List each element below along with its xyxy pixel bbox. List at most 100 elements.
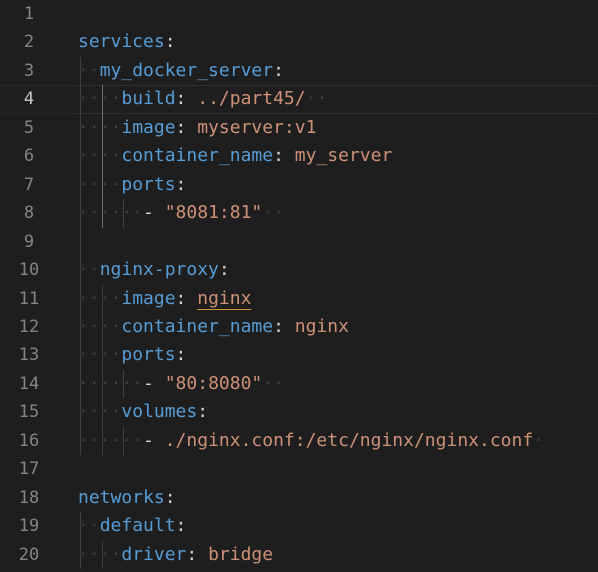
code-text[interactable]: ··my_docker_server: — [78, 57, 284, 85]
code-text[interactable]: ······- ./nginx.conf:/etc/nginx/nginx.co… — [78, 427, 544, 455]
whitespace-marker: ···· — [78, 401, 122, 423]
yaml-punctuation: : — [175, 515, 187, 537]
whitespace-marker: ·· — [78, 59, 100, 81]
whitespace-marker: ······ — [78, 202, 144, 224]
yaml-key: services — [78, 31, 165, 53]
yaml-punctuation: - — [143, 429, 165, 451]
yaml-punctuation: - — [143, 202, 165, 224]
yaml-key: build — [121, 88, 176, 110]
whitespace-marker: ···· — [78, 543, 122, 565]
code-text[interactable]: ····build: ../part45/·· — [78, 85, 596, 114]
line-number: 12 — [18, 316, 40, 337]
line-number: 20 — [18, 544, 40, 565]
line-number: 5 — [23, 117, 35, 138]
line-number: 15 — [18, 402, 40, 423]
yaml-key: image — [121, 287, 176, 309]
code-text[interactable]: ····ports: — [78, 171, 186, 199]
line-number: 14 — [18, 373, 40, 394]
yaml-punctuation: : — [175, 287, 198, 309]
code-line[interactable]: 12 ····container_name: nginx — [0, 313, 598, 341]
code-text[interactable]: ····image: nginx — [78, 285, 251, 313]
code-line[interactable]: 1 — [0, 0, 598, 28]
code-text[interactable]: networks: — [78, 484, 176, 512]
yaml-value: ./nginx.conf:/etc/nginx/nginx.conf — [164, 429, 534, 451]
indent-guide — [80, 512, 81, 569]
indent-guide — [101, 284, 103, 456]
code-line[interactable]: 19 ··default: — [0, 512, 598, 540]
code-text[interactable]: ······- "8081:81"·· — [78, 199, 284, 227]
code-line[interactable]: 6 ····container_name: my_server — [0, 142, 598, 170]
yaml-value: "8081:81" — [164, 202, 263, 224]
whitespace-marker: ···· — [78, 173, 122, 195]
yaml-value: "80:8080" — [164, 372, 263, 394]
line-number: 8 — [23, 203, 35, 224]
indent-guide — [80, 56, 81, 456]
whitespace-marker: ···· — [78, 116, 122, 138]
indent-guide — [123, 426, 125, 456]
line-number: 19 — [18, 516, 40, 537]
yaml-punctuation: : — [175, 173, 187, 195]
code-text[interactable]: services: — [78, 28, 176, 56]
yaml-key: ports — [121, 173, 176, 195]
code-line[interactable]: 10 ··nginx-proxy: — [0, 256, 598, 284]
line-number: 4 — [23, 89, 35, 110]
whitespace-marker: ···· — [78, 88, 122, 110]
code-line[interactable]: 16 ······- ./nginx.conf:/etc/nginx/nginx.… — [0, 427, 598, 455]
line-number: 3 — [23, 60, 35, 81]
yaml-key: ports — [121, 344, 176, 366]
line-number: 11 — [18, 288, 40, 309]
whitespace-marker: ···· — [78, 344, 122, 366]
code-text[interactable]: ··nginx-proxy: — [78, 256, 230, 284]
code-line[interactable]: 3 ··my_docker_server: — [0, 57, 598, 85]
yaml-key: driver — [121, 543, 187, 565]
indent-guide — [123, 199, 125, 228]
code-text[interactable]: ····ports: — [78, 341, 186, 369]
line-number: 16 — [18, 430, 40, 451]
yaml-punctuation: : — [164, 486, 176, 508]
line-number: 13 — [18, 345, 40, 366]
code-text[interactable]: ····image: myserver:v1 — [78, 114, 316, 142]
yaml-key: image — [121, 116, 176, 138]
yaml-value: ../part45/ — [197, 88, 306, 110]
code-text[interactable]: ····driver: bridge — [78, 541, 273, 569]
code-line[interactable]: 18 networks: — [0, 484, 598, 512]
code-line[interactable]: 7 ····ports: — [0, 171, 598, 199]
yaml-punctuation: : — [164, 31, 176, 53]
yaml-key: my_docker_server — [99, 59, 274, 81]
code-line[interactable]: 13 ····ports: — [0, 341, 598, 369]
code-line[interactable]: 4 ····build: ../part45/·· — [0, 85, 598, 114]
code-text[interactable]: ····volumes: — [78, 398, 208, 426]
code-text[interactable]: ······- "80:8080"·· — [78, 370, 284, 398]
code-editor[interactable]: 1 2 services: 3 ··my_docker_server: 4 ····buil… — [0, 0, 598, 572]
whitespace-marker: ·· — [78, 259, 100, 281]
code-line[interactable]: 20 ····driver: bridge — [0, 541, 598, 569]
yaml-key: nginx-proxy — [99, 259, 219, 281]
code-line[interactable]: 2 services: — [0, 28, 598, 56]
code-line[interactable]: 11 ····image: nginx — [0, 285, 598, 313]
whitespace-marker: ·· — [262, 372, 284, 394]
indent-guide — [101, 85, 103, 228]
line-number: 17 — [18, 459, 40, 480]
line-number: 9 — [23, 231, 35, 252]
yaml-value: nginx — [197, 287, 252, 309]
indent-guide — [123, 369, 125, 399]
yaml-punctuation: : — [218, 259, 230, 281]
whitespace-marker: ···· — [78, 145, 122, 167]
line-number: 1 — [23, 4, 35, 24]
code-line[interactable]: 15 ····volumes: — [0, 398, 598, 426]
line-number: 2 — [23, 32, 35, 53]
code-text[interactable]: ··default: — [78, 512, 186, 540]
yaml-punctuation: : — [273, 145, 295, 167]
yaml-key: default — [99, 515, 176, 537]
code-line[interactable]: 14 ······- "80:8080"·· — [0, 370, 598, 398]
yaml-punctuation: : — [197, 401, 209, 423]
whitespace-marker: ·· — [262, 202, 284, 224]
yaml-key: networks — [78, 486, 165, 508]
code-line[interactable]: 5 ····image: myserver:v1 — [0, 114, 598, 142]
code-line[interactable]: 17 — [0, 455, 598, 483]
code-text[interactable]: ····container_name: my_server — [78, 142, 392, 170]
code-text[interactable]: ····container_name: nginx — [78, 313, 349, 341]
code-line[interactable]: 9 — [0, 228, 598, 256]
line-number: 6 — [23, 146, 35, 167]
code-line[interactable]: 8 ······- "8081:81"·· — [0, 199, 598, 227]
